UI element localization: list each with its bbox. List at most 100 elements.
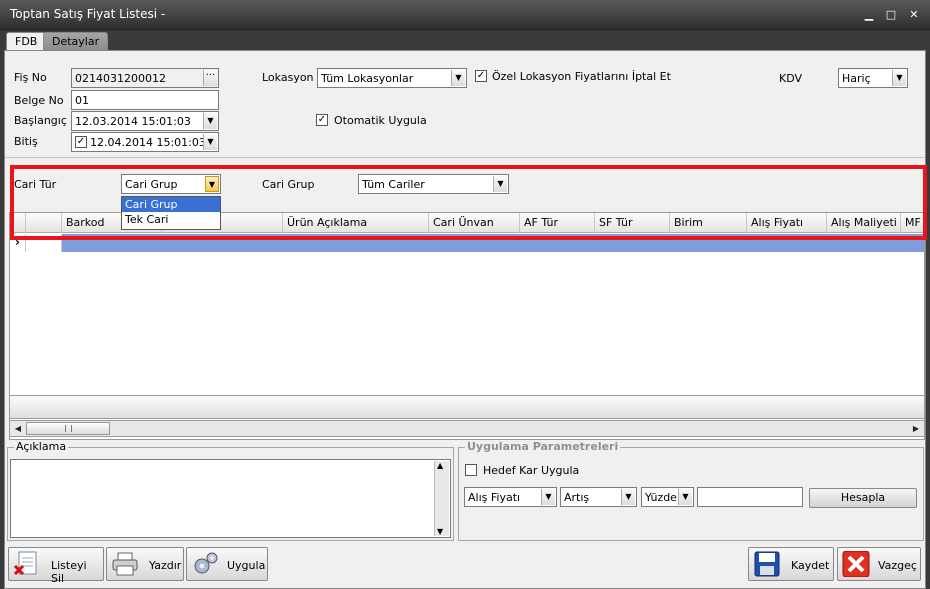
bitis-checkbox[interactable]: ✓ bbox=[75, 136, 87, 148]
operation-value: Artış bbox=[564, 491, 590, 504]
printer-icon bbox=[112, 552, 138, 576]
tab-fdb[interactable]: FDB bbox=[6, 32, 47, 51]
lokasyon-value: Tüm Lokasyonlar bbox=[321, 72, 414, 85]
fis-no-field[interactable]: 0214031200012 ··· bbox=[71, 68, 219, 88]
divider bbox=[5, 157, 925, 158]
chevron-down-icon[interactable]: ▼ bbox=[205, 176, 219, 192]
chevron-down-icon[interactable]: ▼ bbox=[203, 134, 217, 150]
cancel-icon bbox=[842, 551, 870, 577]
row-selected-cells[interactable] bbox=[62, 234, 924, 252]
kdv-value: Hariç bbox=[842, 72, 871, 85]
chevron-down-icon[interactable]: ▼ bbox=[541, 489, 555, 505]
col-af-tur[interactable]: AF Tür bbox=[520, 213, 595, 233]
otomatik-uygula-label: Otomatik Uygula bbox=[334, 114, 427, 127]
kaydet-label: Kaydet bbox=[791, 559, 830, 572]
belge-no-value: 01 bbox=[75, 94, 89, 107]
bitis-value: 12.04.2014 15:01:03 bbox=[90, 136, 206, 149]
col-sf-tur[interactable]: SF Tür bbox=[595, 213, 670, 233]
chevron-down-icon[interactable]: ▼ bbox=[621, 489, 635, 505]
chevron-down-icon[interactable]: ▼ bbox=[451, 70, 465, 86]
aciklama-vertical-scrollbar[interactable]: ▲ ▼ bbox=[434, 461, 449, 536]
chevron-down-icon[interactable]: ▼ bbox=[892, 70, 906, 86]
cari-grup-label: Cari Grup bbox=[262, 178, 315, 191]
gears-icon bbox=[194, 552, 218, 574]
hesapla-button[interactable]: Hesapla bbox=[809, 488, 917, 508]
scroll-thumb[interactable] bbox=[26, 422, 110, 435]
kdv-select[interactable]: Hariç ▼ bbox=[838, 68, 908, 88]
vazgec-button[interactable]: Vazgeç bbox=[837, 547, 921, 581]
scroll-left-icon[interactable]: ◀ bbox=[10, 421, 26, 436]
bitis-label: Bitiş bbox=[14, 135, 38, 148]
col-mf[interactable]: MF I bbox=[901, 213, 924, 233]
vazgec-label: Vazgeç bbox=[878, 559, 917, 572]
cari-tur-label: Cari Tür bbox=[14, 178, 57, 191]
table-row[interactable]: › bbox=[10, 234, 924, 252]
scroll-down-icon[interactable]: ▼ bbox=[437, 527, 443, 536]
bitis-date-field[interactable]: ✓ 12.04.2014 15:01:03 ▼ bbox=[71, 132, 219, 152]
cari-tur-dropdown-list[interactable]: Cari Grup Tek Cari bbox=[121, 196, 221, 230]
col-alis-fiyati[interactable]: Alış Fiyatı bbox=[747, 213, 827, 233]
listeyi-sil-button[interactable]: Listeyi Sil bbox=[8, 547, 104, 585]
baslangic-value: 12.03.2014 15:01:03 bbox=[75, 115, 191, 128]
uygulama-parametreleri-group: Uygulama Parametreleri Hedef Kar Uygula … bbox=[458, 440, 924, 541]
chevron-down-icon[interactable]: ▼ bbox=[678, 489, 692, 505]
kaydet-button[interactable]: Kaydet bbox=[748, 547, 834, 581]
col-alis-maliyeti[interactable]: Alış Maliyeti bbox=[827, 213, 901, 233]
fis-no-label: Fiş No bbox=[14, 71, 47, 84]
horizontal-scrollbar[interactable]: ◀ ▶ bbox=[9, 420, 925, 437]
uygula-label: Uygula bbox=[227, 559, 266, 572]
otomatik-uygula-checkbox[interactable]: ✓ bbox=[316, 114, 328, 126]
tab-detaylar[interactable]: Detaylar bbox=[43, 32, 109, 51]
cari-grup-value: Tüm Cariler bbox=[362, 178, 425, 191]
delete-list-icon bbox=[13, 551, 37, 576]
unit-value: Yüzde bbox=[645, 491, 677, 504]
minimize-icon[interactable]: ▁ bbox=[860, 6, 878, 24]
col-birim[interactable]: Birim bbox=[670, 213, 747, 233]
row-indicator-icon: › bbox=[10, 234, 26, 252]
dropdown-option-cari-grup[interactable]: Cari Grup bbox=[122, 197, 220, 212]
chevron-down-icon[interactable]: ▼ bbox=[203, 113, 217, 129]
cari-tur-select[interactable]: Cari Grup ▼ bbox=[121, 174, 221, 194]
lokasyon-label: Lokasyon bbox=[262, 71, 314, 84]
uygula-button[interactable]: Uygula bbox=[186, 547, 268, 581]
col-urun-aciklama[interactable]: Ürün Açıklama bbox=[283, 213, 429, 233]
grip-icon bbox=[65, 425, 72, 432]
ozel-lokasyon-checkbox[interactable]: ✓ bbox=[475, 70, 487, 82]
form-client-area: Fiş No 0214031200012 ··· Belge No 01 Baş… bbox=[4, 50, 927, 589]
listeyi-sil-label: Listeyi Sil bbox=[51, 559, 87, 585]
scroll-right-icon[interactable]: ▶ bbox=[908, 421, 924, 436]
window-title: Toptan Satış Fiyat Listesi - bbox=[10, 7, 166, 21]
close-icon[interactable]: ✕ bbox=[905, 6, 923, 24]
yazdir-button[interactable]: Yazdır bbox=[106, 547, 184, 581]
col-cari-unvan[interactable]: Cari Ünvan bbox=[429, 213, 520, 233]
ellipsis-button[interactable]: ··· bbox=[203, 70, 217, 86]
dropdown-option-tek-cari[interactable]: Tek Cari bbox=[122, 212, 220, 227]
hedef-kar-checkbox[interactable] bbox=[465, 464, 477, 476]
row-select-cell[interactable] bbox=[26, 234, 62, 252]
cari-grup-select[interactable]: Tüm Cariler ▼ bbox=[358, 174, 509, 194]
kdv-label: KDV bbox=[779, 72, 803, 85]
aciklama-textarea[interactable]: ▲ ▼ bbox=[10, 459, 451, 538]
maximize-icon[interactable]: □ bbox=[882, 6, 900, 24]
belge-no-field[interactable]: 01 bbox=[71, 90, 219, 110]
yazdir-label: Yazdır bbox=[149, 559, 182, 572]
tab-strip: FDB Detaylar bbox=[0, 30, 930, 51]
ozel-lokasyon-label: Özel Lokasyon Fiyatlarını İptal Et bbox=[492, 70, 671, 83]
belge-no-label: Belge No bbox=[14, 94, 64, 107]
operation-select[interactable]: Artış ▼ bbox=[560, 487, 637, 507]
cari-tur-value: Cari Grup bbox=[125, 178, 178, 191]
baslangic-date-field[interactable]: 12.03.2014 15:01:03 ▼ bbox=[71, 111, 219, 131]
lokasyon-select[interactable]: Tüm Lokasyonlar ▼ bbox=[317, 68, 467, 88]
title-bar: Toptan Satış Fiyat Listesi - ▁ □ ✕ bbox=[0, 0, 930, 30]
save-icon bbox=[754, 551, 780, 577]
amount-input[interactable] bbox=[697, 487, 803, 507]
aciklama-label: Açıklama bbox=[14, 440, 69, 453]
unit-select[interactable]: Yüzde ▼ bbox=[641, 487, 694, 507]
chevron-down-icon[interactable]: ▼ bbox=[493, 176, 507, 192]
scroll-up-icon[interactable]: ▲ bbox=[437, 461, 443, 470]
aciklama-group: Açıklama ▲ ▼ bbox=[7, 440, 454, 541]
hedef-kar-label: Hedef Kar Uygula bbox=[483, 464, 580, 477]
uygulama-parametreleri-label: Uygulama Parametreleri bbox=[465, 440, 621, 453]
baslangic-label: Başlangıç bbox=[14, 114, 67, 127]
price-type-select[interactable]: Alış Fiyatı ▼ bbox=[464, 487, 557, 507]
